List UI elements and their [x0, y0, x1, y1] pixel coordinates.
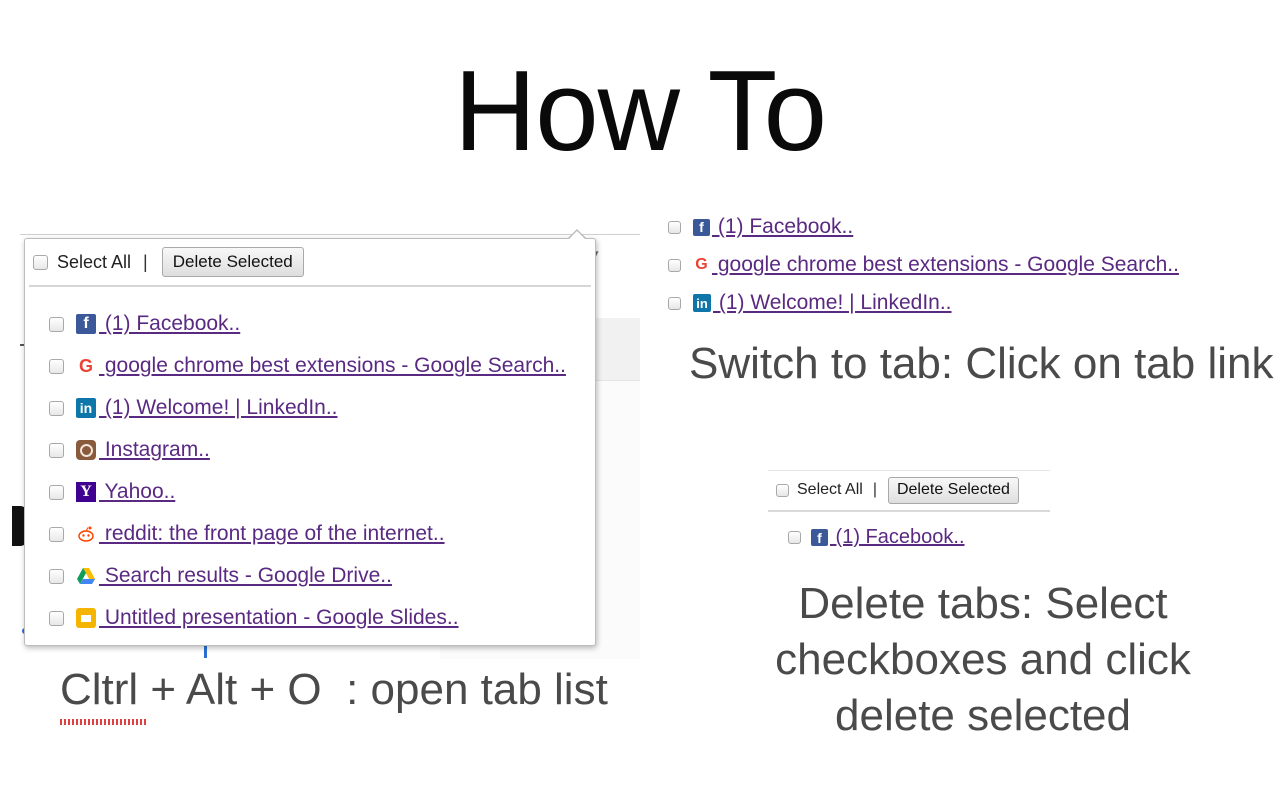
tab-link[interactable]: (1) Facebook..	[830, 526, 965, 549]
tab-list: f (1) Facebook.. G google chrome best ex…	[49, 303, 566, 639]
tab-checkbox[interactable]	[49, 610, 64, 626]
caption-line: checkboxes and click	[775, 635, 1191, 684]
delete-selected-button[interactable]: Delete Selected	[887, 476, 1019, 504]
tab-link[interactable]: Yahoo..	[99, 480, 175, 504]
popup-arrow-fill	[569, 231, 585, 239]
tab-row-facebook: f (1) Facebook..	[668, 208, 1179, 246]
tab-link[interactable]: Untitled presentation - Google Slides..	[99, 606, 459, 630]
toolbar-separator: |	[872, 481, 877, 498]
tab-checkbox[interactable]	[49, 400, 64, 416]
tab-checkbox[interactable]	[668, 296, 681, 310]
divider	[768, 470, 1050, 471]
tab-row-google-slides: Untitled presentation - Google Slides..	[49, 597, 566, 639]
delete-selected-button[interactable]: Delete Selected	[161, 247, 304, 277]
delete-tabs-caption: Delete tabs: Select checkboxes and click…	[760, 576, 1206, 744]
tab-row-facebook: f (1) Facebook..	[49, 303, 566, 345]
tab-checkbox[interactable]	[49, 568, 64, 584]
tab-row-google-drive: Search results - Google Drive..	[49, 555, 566, 597]
tab-row-instagram: Instagram..	[49, 429, 566, 471]
tab-row-google-search: G google chrome best extensions - Google…	[49, 345, 566, 387]
tab-checkbox[interactable]	[49, 442, 64, 458]
page-title: How To	[453, 48, 827, 175]
linkedin-icon: in	[76, 398, 96, 418]
tab-row-yahoo: Y Yahoo..	[49, 471, 566, 513]
tab-checkbox[interactable]	[788, 531, 801, 544]
tab-link[interactable]: reddit: the front page of the internet..	[99, 522, 445, 546]
tab-link[interactable]: Search results - Google Drive..	[99, 564, 392, 588]
instagram-icon	[76, 440, 96, 460]
tab-link[interactable]: (1) Facebook..	[99, 312, 240, 336]
tab-link[interactable]: google chrome best extensions - Google S…	[712, 253, 1179, 277]
facebook-icon: f	[811, 529, 828, 546]
facebook-icon: f	[76, 314, 96, 334]
reddit-icon	[76, 524, 96, 544]
google-icon: G	[695, 256, 708, 273]
tab-checkbox[interactable]	[668, 220, 681, 234]
tab-list-popup: Select All | Delete Selected f (1) Faceb…	[24, 238, 596, 646]
select-all-checkbox[interactable]	[776, 483, 789, 497]
tab-row-google-search: G google chrome best extensions - Google…	[668, 246, 1179, 284]
popup-toolbar: Select All | Delete Selected	[33, 247, 304, 277]
spellcheck-underline	[60, 719, 148, 725]
divider	[29, 285, 591, 287]
tab-row-reddit: reddit: the front page of the internet..	[49, 513, 566, 555]
google-icon: G	[78, 355, 93, 376]
shortcut-caption: Cltrl + Alt + O : open tab list	[60, 665, 608, 714]
tab-link[interactable]: google chrome best extensions - Google S…	[99, 354, 566, 378]
divider	[768, 510, 1050, 512]
tab-checkbox[interactable]	[49, 358, 64, 374]
tab-row-linkedin: in (1) Welcome! | LinkedIn..	[49, 387, 566, 429]
page-decoration	[204, 644, 207, 658]
popup-toolbar: Select All | Delete Selected	[776, 476, 1019, 504]
select-all-label[interactable]: Select All	[797, 481, 863, 499]
facebook-icon: f	[693, 218, 710, 236]
tab-checkbox[interactable]	[49, 484, 64, 500]
tab-checkbox[interactable]	[668, 258, 681, 272]
tab-link[interactable]: (1) Welcome! | LinkedIn..	[713, 291, 952, 315]
caption-line: delete selected	[835, 691, 1131, 740]
tab-checkbox[interactable]	[49, 526, 64, 542]
tab-checkbox[interactable]	[49, 316, 64, 332]
caption-line: Delete tabs: Select	[798, 579, 1168, 628]
switch-tab-caption: Switch to tab: Click on tab link	[689, 339, 1274, 388]
toolbar-separator: |	[143, 251, 148, 272]
yahoo-icon: Y	[76, 482, 96, 502]
select-all-label[interactable]: Select All	[57, 252, 131, 273]
tab-link[interactable]: (1) Welcome! | LinkedIn..	[99, 396, 338, 420]
google-slides-icon	[76, 608, 96, 628]
linkedin-icon: in	[693, 294, 711, 312]
google-drive-icon	[76, 566, 96, 586]
tab-row-linkedin: in (1) Welcome! | LinkedIn..	[668, 284, 1179, 322]
tab-link[interactable]: (1) Facebook..	[712, 215, 853, 239]
tab-link[interactable]: Instagram..	[99, 438, 210, 462]
switch-example-list: f (1) Facebook.. G google chrome best ex…	[668, 208, 1179, 322]
delete-example-popup: Select All | Delete Selected f (1) Faceb…	[768, 470, 1050, 558]
select-all-checkbox[interactable]	[33, 254, 48, 270]
browser-toolbar-line	[20, 234, 640, 235]
tab-row-facebook: f (1) Facebook..	[788, 526, 965, 549]
